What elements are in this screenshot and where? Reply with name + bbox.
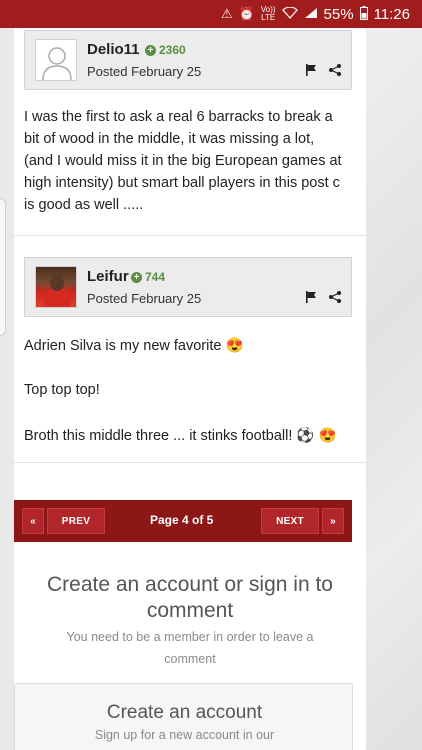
create-account-subtitle: Sign up for a new account in our [94,728,275,742]
post-author[interactable]: Leifur [87,268,129,285]
post-header: Delio11 + 2360 Posted February 25 [24,30,352,90]
post-paragraph: Adrien Silva is my new favorite 😍 [24,338,244,354]
page-indicator: Page 4 of 5 [150,513,214,527]
divider [14,235,366,236]
share-icon[interactable] [329,291,341,306]
signin-prompt-title: Create an account or sign in to comment [46,573,333,622]
lte-label: LTE [261,13,276,22]
plus-icon: + [145,44,156,56]
prev-button[interactable]: PREV [47,508,105,534]
post-body: Broth this middle three ... it stinks fo… [24,425,344,447]
post-date[interactable]: Posted February 25 [87,291,201,306]
status-bar: ⚠ ⏰ Vo)) LTE 55% 11:26 [0,0,422,28]
battery-icon [359,5,368,23]
volte-indicator: Vo)) LTE [261,6,276,22]
reputation-count: 744 [145,270,166,284]
avatar-head [50,275,64,291]
avatar[interactable] [35,266,77,308]
page-content: Delio11 + 2360 Posted February 25 I was … [14,28,366,750]
post-paragraph: Top top top! [24,382,100,398]
background-pattern [366,28,422,750]
post-author[interactable]: Delio11 [87,41,140,58]
first-page-button[interactable]: « [22,508,44,534]
post-header: Leifur + 744 Posted February 25 [24,257,352,317]
warning-icon: ⚠ [221,6,233,21]
create-account-title: Create an account [106,702,263,723]
plus-icon: + [131,271,142,283]
alarm-icon: ⏰ [238,6,255,21]
create-account-panel: Create an account Sign up for a new acco… [14,683,353,750]
post-paragraph: I was the first to ask a real 6 barracks… [24,109,342,213]
next-button[interactable]: NEXT [261,508,319,534]
signal-icon [304,7,318,22]
post-actions [305,64,341,79]
post-body: Adrien Silva is my new favorite 😍 [24,335,344,357]
avatar[interactable] [35,39,77,81]
edge-panel-handle[interactable] [0,198,6,336]
reputation-badge: + 744 [131,270,165,284]
post-paragraph: Broth this middle three ... it stinks fo… [24,428,337,444]
post-date[interactable]: Posted February 25 [87,64,201,79]
post-body: I was the first to ask a real 6 barracks… [24,106,344,216]
wifi-icon [281,5,298,22]
divider [14,462,366,463]
flag-icon[interactable] [305,64,317,79]
share-icon[interactable] [329,64,341,79]
flag-icon[interactable] [305,291,317,306]
last-page-button[interactable]: » [322,508,344,534]
avatar-jersey [44,289,70,307]
battery-level: 55% [323,5,354,23]
signin-prompt-subtitle: You need to be a member in order to leav… [66,630,314,666]
post-body: Top top top! [24,379,344,401]
reputation-count: 2360 [159,43,186,57]
post-actions [305,291,341,306]
default-avatar-icon [42,47,72,80]
pagination: « PREV Page 4 of 5 NEXT » [14,500,352,542]
clock: 11:26 [373,5,410,23]
reputation-badge: + 2360 [145,43,186,57]
